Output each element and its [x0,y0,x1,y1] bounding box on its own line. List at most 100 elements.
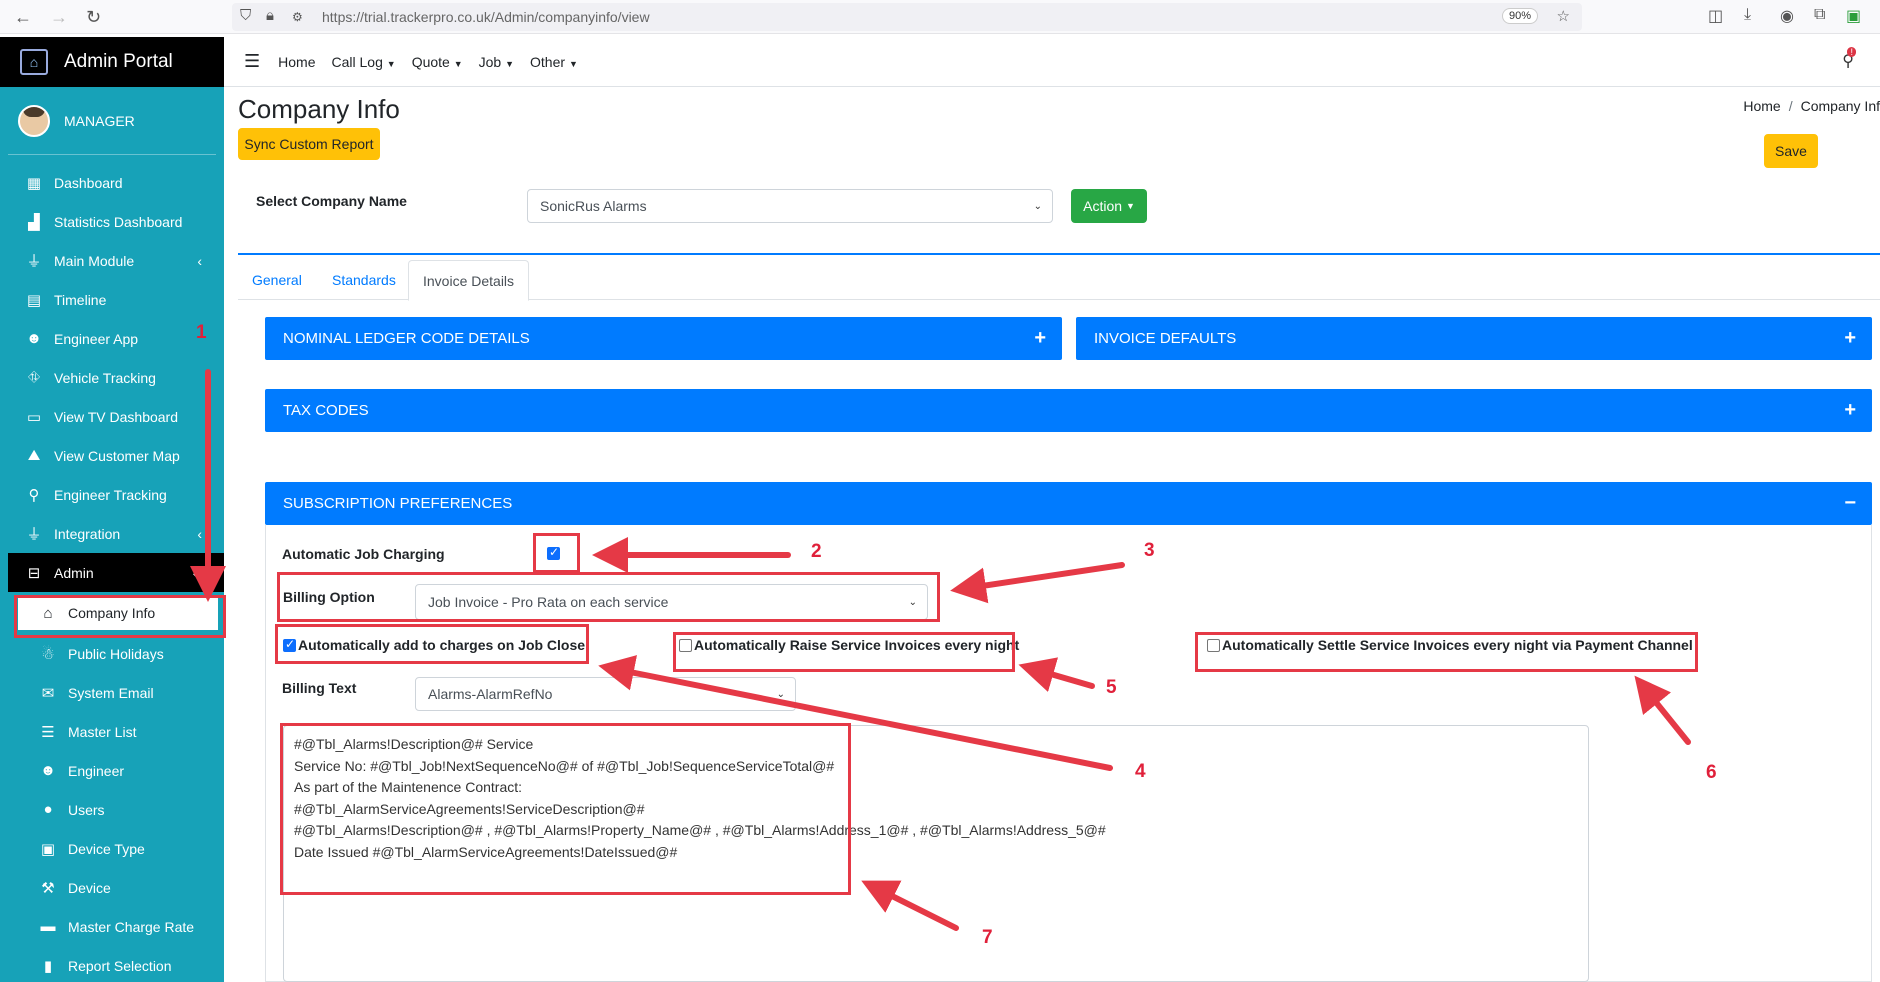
nav-label: Other [530,53,566,70]
nav-call-log[interactable]: Call Log ▼ [332,54,396,70]
user-name: MANAGER [64,112,135,129]
sync-custom-report-button[interactable]: Sync Custom Report [238,128,380,160]
lock-icon: 🔒︎ [266,7,274,24]
sidebar-item-timeline[interactable]: ▤ Timeline [0,280,224,319]
reload-icon[interactable]: ↻ [86,7,101,28]
chevron-down-icon: ⌄ [776,688,785,700]
page-title: Company Info [238,94,400,124]
notification-badge: ! [1847,47,1856,57]
annotation-number: 3 [1144,540,1155,561]
caret-down-icon: ▼ [505,58,515,69]
sidebar-item-label: Admin [54,564,94,581]
subscription-panel-header[interactable]: SUBSCRIPTION PREFERENCES − [265,482,1872,525]
map-pin-icon: ⚲ [28,486,40,504]
sidebar-item-label: Main Module [54,252,135,269]
tab-standards[interactable]: Standards [318,260,410,300]
sidebar-item-admin[interactable]: ⊟ Admin ⌄ [8,553,224,592]
logo-icon: ⌂ [20,49,48,75]
extension-green-icon[interactable]: ▣ [1846,6,1861,26]
money-icon: ▬ [40,918,56,935]
user-icon: ● [43,801,53,818]
sidebar-item-view-customer-map[interactable]: ⛰ View Customer Map [0,436,224,475]
top-navbar: ☰ Home Call Log ▼ Quote ▼ Job ▼ Other ▼ … [224,37,1880,87]
monitor-icon: ▭ [26,408,42,426]
nominal-ledger-panel-header[interactable]: NOMINAL LEDGER CODE DETAILS + [265,317,1062,360]
extensions-icon[interactable]: ⧉ [1814,6,1825,24]
nav-other[interactable]: Other ▼ [530,54,578,70]
sidebar-item-integration[interactable]: ⏚ Integration ‹ [0,514,224,553]
annotation-number: 4 [1135,761,1146,782]
caret-down-icon: ▼ [453,58,463,69]
route-icon: ⛗ [27,369,40,386]
tax-codes-panel-header[interactable]: TAX CODES + [265,389,1872,432]
sidebar-item-main-module[interactable]: ⏚ Main Module ‹ [0,241,224,280]
account-icon[interactable]: ◉ [1780,6,1794,26]
bookmark-star-icon[interactable]: ☆ [1557,7,1570,25]
caret-down-icon: ▼ [1125,201,1135,211]
download-icon[interactable]: ⤓ [1744,6,1751,24]
annotation-box-auto-job-charging [533,533,580,573]
sidebar-item-label: View Customer Map [54,447,180,464]
nav-home[interactable]: Home [278,54,315,70]
panel-title: TAX CODES [283,402,369,419]
annotation-box-auto-add-charges [275,624,589,664]
chevron-down-icon: ⌄ [190,564,202,580]
back-icon[interactable]: ← [14,7,32,28]
tab-invoice-details[interactable]: Invoice Details [408,260,530,301]
sidebar-item-device-type[interactable]: ▣ Device Type [0,829,224,868]
invoice-defaults-panel-header[interactable]: INVOICE DEFAULTS + [1076,317,1872,360]
sidebar-item-statistics-dashboard[interactable]: ▟ Statistics Dashboard [0,202,224,241]
sidebar-item-engineer-tracking[interactable]: ⚲ Engineer Tracking [0,475,224,514]
annotation-box-company-info [14,595,226,638]
plug-icon: ⏚ [26,526,42,543]
save-button[interactable]: Save [1764,134,1818,168]
breadcrumb-current: Company Inf [1800,98,1880,114]
sidebar-item-users[interactable]: ● Users [0,790,224,829]
nav-quote[interactable]: Quote ▼ [412,54,463,70]
annotation-box-template [280,723,851,895]
action-button-label: Action [1083,198,1123,214]
sidebar-item-master-list[interactable]: ☰ Master List [0,712,224,751]
sidebar-item-label: Engineer App [54,330,139,347]
sidebar-item-label: Device [68,879,111,896]
chevron-left-icon: ‹ [197,525,202,542]
plus-icon: + [1844,327,1856,349]
action-button[interactable]: Action ▼ [1071,189,1147,223]
sidebar-item-view-tv-dashboard[interactable]: ▭ View TV Dashboard [0,397,224,436]
shield-icon: ⛉ [240,7,252,24]
address-bar[interactable]: ⛉ 🔒︎ ⚙ https://trial.trackerpro.co.uk/Ad… [232,3,1582,31]
chevron-down-icon: ⌄ [1033,200,1042,212]
sidebar-item-vehicle-tracking[interactable]: ⛗ Vehicle Tracking [0,358,224,397]
file-icon: ▮ [43,957,53,975]
sidebar-item-label: Engineer Tracking [54,486,167,503]
breadcrumb-home[interactable]: Home [1743,98,1780,114]
annotation-box-billing-option [277,572,940,622]
sidebar-item-label: System Email [68,684,154,701]
hamburger-menu-icon[interactable]: ☰ [244,51,260,72]
nav-job[interactable]: Job ▼ [479,54,514,70]
annotation-number: 6 [1706,762,1717,783]
sidebar-item-label: Device Type [68,840,145,857]
brand[interactable]: ⌂ Admin Portal [0,37,224,87]
plus-icon: + [1034,327,1046,349]
user-panel[interactable]: MANAGER [8,87,216,155]
tab-general[interactable]: General [238,260,316,300]
company-select-value: SonicRus Alarms [540,198,647,214]
sidebar-item-device[interactable]: ⚒ Device [0,868,224,907]
company-select[interactable]: SonicRus Alarms ⌄ [527,189,1053,223]
sidebar-item-master-charge-rate[interactable]: ▬ Master Charge Rate [0,907,224,946]
billing-text-select[interactable]: Alarms-AlarmRefNo ⌄ [415,677,796,711]
sidebar-item-public-holidays[interactable]: ☃ Public Holidays [0,634,224,673]
sidebar-item-dashboard[interactable]: ▦ Dashboard [0,163,224,202]
forward-icon[interactable]: → [50,7,68,28]
sidebar: ⌂ Admin Portal MANAGER ▦ Dashboard ▟ Stati… [0,37,224,982]
sidebar-item-report-selection[interactable]: ▮ Report Selection [0,946,224,982]
pocket-icon[interactable]: ◫ [1708,6,1723,26]
sidebar-item-system-email[interactable]: ✉ System Email [0,673,224,712]
box-icon: ▣ [40,840,56,858]
zoom-level[interactable]: 90% [1501,8,1538,24]
sidebar-item-engineer-app[interactable]: ☻ Engineer App [0,319,224,358]
sidebar-item-label: View TV Dashboard [54,408,178,425]
sidebar-item-label: Engineer [68,762,125,779]
sidebar-item-engineer[interactable]: ☻ Engineer [0,751,224,790]
